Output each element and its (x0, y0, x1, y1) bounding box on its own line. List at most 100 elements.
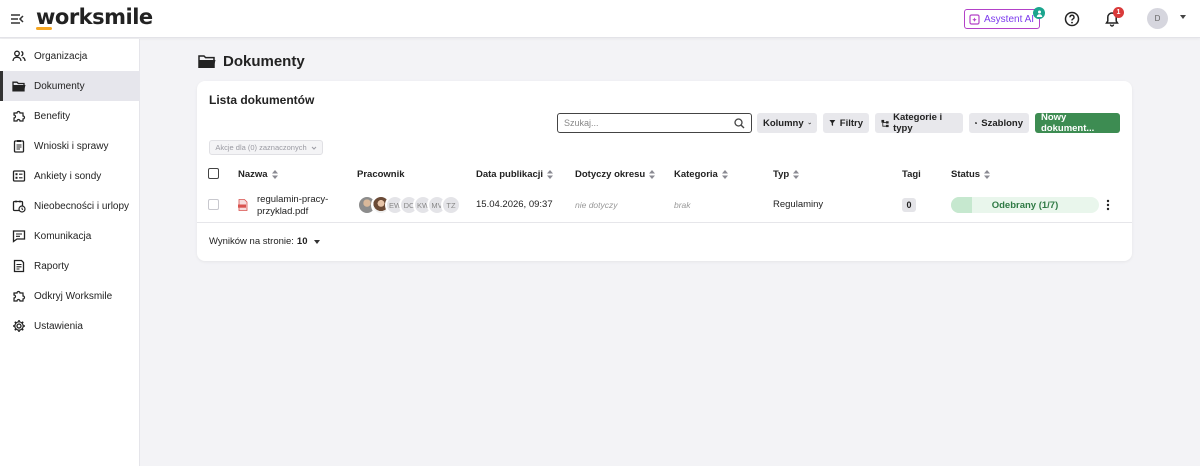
column-header-status[interactable]: Status (951, 169, 991, 180)
page-header: Dokumenty (198, 53, 305, 70)
chevron-down-icon[interactable] (1180, 15, 1186, 19)
sidebar-item-nieobecnosci[interactable]: Nieobecności i urlopy (0, 191, 140, 221)
collapse-menu-icon[interactable] (10, 12, 24, 26)
column-header-label: Pracownik (357, 169, 405, 180)
select-all-checkbox[interactable] (208, 168, 219, 179)
sidebar-item-label: Organizacja (34, 50, 88, 62)
column-header-label: Dotyczy okresu (575, 169, 646, 180)
status-progress-bar[interactable]: Odebrany (1/7) (951, 197, 1099, 213)
employee-avatars[interactable]: EW DC KW MV TZ (357, 195, 461, 215)
column-header-label: Nazwa (238, 169, 268, 180)
filters-label: Filtry (839, 117, 863, 129)
column-header-label: Tagi (902, 169, 921, 180)
columns-button[interactable]: Kolumny (757, 113, 817, 133)
sidebar-item-benefity[interactable]: Benefity (0, 101, 140, 131)
search-input[interactable] (564, 118, 724, 128)
gear-icon (13, 320, 25, 332)
columns-label: Kolumny (763, 117, 804, 129)
filters-button[interactable]: Filtry (823, 113, 869, 133)
categories-types-button[interactable]: Kategorie i typy (875, 112, 963, 134)
period-value: nie dotyczy (575, 200, 618, 210)
sidebar-item-organizacja[interactable]: Organizacja (0, 41, 140, 71)
column-header-published[interactable]: Data publikacji (476, 169, 554, 180)
column-header-category[interactable]: Kategoria (674, 169, 729, 180)
sidebar-item-raporty[interactable]: Raporty (0, 251, 140, 281)
column-header-period[interactable]: Dotyczy okresu (575, 169, 656, 180)
clipboard-icon (13, 140, 25, 153)
sidebar-item-ankiety[interactable]: Ankiety i sondy (0, 161, 140, 191)
column-header-label: Status (951, 169, 981, 180)
type-value: Regulaminy (773, 199, 824, 210)
user-avatar[interactable]: D (1147, 8, 1168, 29)
sidebar-item-label: Ankiety i sondy (34, 170, 102, 182)
bulk-actions-button[interactable]: Akcje dla (0) zaznaczonych (209, 140, 323, 155)
logo-accent (36, 27, 52, 30)
sidebar-item-label: Ustawienia (34, 320, 83, 332)
folder-icon (12, 81, 26, 92)
documents-card: Lista dokumentów Kolumny Filtry Kategori… (197, 81, 1132, 261)
sidebar-item-wnioski[interactable]: Wnioski i sprawy (0, 131, 140, 161)
sidebar-item-label: Komunikacja (34, 230, 92, 242)
folder-icon (198, 55, 216, 68)
sidebar-item-komunikacja[interactable]: Komunikacja (0, 221, 140, 251)
sort-icon[interactable] (792, 169, 800, 180)
sort-icon[interactable] (983, 169, 991, 180)
search-icon[interactable] (734, 118, 745, 129)
sort-icon[interactable] (271, 169, 279, 180)
sort-icon[interactable] (648, 169, 656, 180)
column-header-label: Kategoria (674, 169, 718, 180)
sidebar-item-label: Dokumenty (34, 80, 85, 92)
column-header-label: Typ (773, 169, 790, 180)
tag-count-badge: 0 (902, 198, 916, 212)
page-title: Dokumenty (223, 53, 305, 70)
help-icon[interactable] (1064, 11, 1080, 27)
puzzle-icon (13, 110, 26, 122)
report-icon (13, 259, 25, 273)
more-options-icon[interactable] (1106, 199, 1110, 211)
column-header-name[interactable]: Nazwa (238, 169, 279, 180)
column-header-type[interactable]: Typ (773, 169, 800, 180)
chat-icon (12, 230, 26, 243)
top-bar: worksmile Asystent AI 1 D (0, 0, 1200, 38)
status-label: Odebrany (1/7) (991, 199, 1059, 211)
people-icon (12, 50, 26, 62)
chevron-down-icon (807, 122, 811, 124)
ai-assistant-button[interactable]: Asystent AI (964, 9, 1040, 29)
new-document-button[interactable]: Nowy dokument... (1035, 112, 1120, 134)
page-size-label: Wyników na stronie: (209, 236, 294, 247)
templates-label: Szablony (981, 117, 1023, 129)
sidebar-item-label: Wnioski i sprawy (34, 140, 109, 152)
person-icon (1036, 10, 1042, 17)
search-box (557, 113, 752, 133)
column-header-employee: Pracownik (357, 169, 405, 180)
new-document-label: Nowy dokument... (1041, 112, 1095, 134)
table-footer-divider (197, 222, 1132, 223)
survey-icon (12, 170, 26, 182)
puzzle-outline-icon (13, 290, 26, 302)
document-name-link[interactable]: regulamin-pracy-przyklad.pdf (257, 194, 337, 218)
sidebar-item-odkryj[interactable]: Odkryj Worksmile (0, 281, 140, 311)
sidebar: Organizacja Dokumenty Benefity Wnioski i… (0, 39, 140, 466)
notification-badge: 1 (1113, 7, 1124, 18)
pdf-file-icon (238, 199, 248, 211)
category-value: brak (674, 200, 691, 210)
sparkle-icon (969, 14, 980, 25)
calendar-clock-icon (12, 200, 26, 213)
row-checkbox[interactable] (208, 199, 219, 210)
sort-icon[interactable] (546, 169, 554, 180)
sidebar-item-label: Benefity (34, 110, 71, 122)
employee-avatar: TZ (441, 195, 461, 215)
filter-icon (829, 120, 836, 126)
card-title: Lista dokumentów (209, 93, 315, 107)
folder-icon (975, 122, 978, 124)
app-logo[interactable]: worksmile (36, 5, 153, 29)
page-size-selector[interactable]: Wyników na stronie: 10 (209, 236, 320, 247)
sort-icon[interactable] (721, 169, 729, 180)
page-size-value: 10 (296, 236, 308, 247)
sidebar-item-label: Odkryj Worksmile (34, 290, 113, 302)
chevron-down-icon (311, 146, 316, 150)
ai-assistant-label: Asystent AI (984, 13, 1035, 25)
sidebar-item-dokumenty[interactable]: Dokumenty (0, 71, 140, 101)
templates-button[interactable]: Szablony (969, 113, 1029, 133)
sidebar-item-ustawienia[interactable]: Ustawienia (0, 311, 140, 341)
